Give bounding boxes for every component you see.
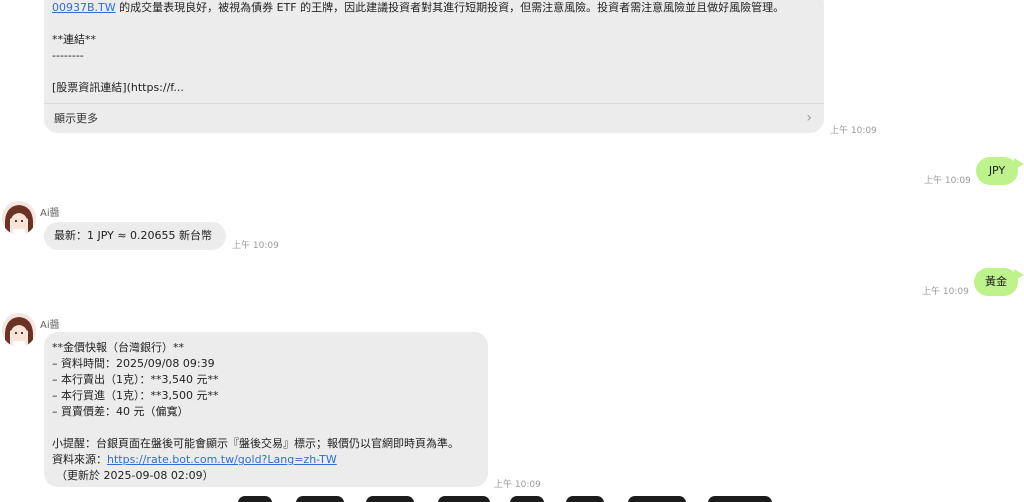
quick-reply-chip[interactable] — [296, 496, 344, 502]
bot-message-bubble: 最新：1 JPY ≈ 0.20655 新台幣 — [44, 222, 226, 250]
message-bubble-etf-analysis: 00937B.TW 的成交量表現良好，被視為債券 ETF 的王牌，因此建議投資者… — [44, 0, 824, 133]
stock-link[interactable]: 00937B.TW — [52, 1, 116, 14]
message-line: **金價快報（台灣銀行）** — [52, 341, 184, 354]
quick-reply-chip[interactable] — [708, 496, 772, 502]
show-more-button[interactable]: 顯示更多 › — [44, 103, 824, 133]
timestamp: 上午 10:09 — [830, 126, 877, 136]
timestamp: 上午 10:09 — [494, 480, 541, 490]
message-line: – 資料時間：2025/09/08 09:39 — [52, 357, 215, 370]
anime-girl-avatar[interactable] — [2, 201, 36, 235]
anime-girl-avatar[interactable] — [2, 313, 36, 347]
message-line: 小提醒：台銀頁面在盤後可能會顯示『盤後交易』標示；報價仍以官網即時頁為準。 — [52, 437, 459, 450]
message-line: – 買賣價差：40 元（偏寬） — [52, 405, 189, 418]
quick-reply-chip[interactable] — [628, 496, 686, 502]
timestamp: 上午 10:09 — [922, 287, 969, 297]
message-line: – 本行買進（1克）：**3,500 元** — [52, 389, 219, 402]
user-message-text: 黃金 — [985, 275, 1007, 288]
section-heading: **連結** — [52, 33, 96, 46]
timestamp: 上午 10:09 — [232, 241, 279, 251]
quick-reply-chip[interactable] — [238, 496, 272, 502]
source-label: 資料來源： — [52, 453, 107, 466]
message-text: 00937B.TW 的成交量表現良好，被視為債券 ETF 的王牌，因此建議投資者… — [52, 0, 822, 16]
user-message-bubble: 黃金 — [974, 268, 1018, 296]
link-preview-text: [股票資訊連結](https://f... — [52, 81, 184, 94]
bot-message-text: 最新：1 JPY ≈ 0.20655 新台幣 — [54, 229, 213, 242]
source-line: 資料來源：https://rate.bot.com.tw/gold?Lang=z… — [52, 452, 480, 468]
chevron-right-icon: › — [806, 110, 812, 126]
updated-line: （更新於 2025-09-08 02:09） — [56, 469, 214, 482]
message-line — [52, 420, 480, 436]
show-more-label: 顯示更多 — [54, 112, 98, 125]
message-line: – 本行賣出（1克）：**3,540 元** — [52, 373, 219, 386]
message-line: 的成交量表現良好，被視為債券 ETF 的王牌，因此建議投資者對其進行短期投資，但… — [115, 1, 785, 14]
sender-name: Ai醬 — [40, 208, 60, 219]
timestamp: 上午 10:09 — [924, 176, 971, 186]
quick-reply-chip[interactable] — [366, 496, 414, 502]
bot-message-bubble: **金價快報（台灣銀行）** – 資料時間：2025/09/08 09:39 –… — [44, 332, 488, 487]
quick-reply-chip[interactable] — [566, 496, 604, 502]
divider-text: -------- — [52, 49, 84, 62]
sender-name: Ai醬 — [40, 320, 60, 331]
quick-reply-chip[interactable] — [510, 496, 544, 502]
user-message-bubble: JPY — [976, 157, 1018, 185]
bubble-tail — [1014, 158, 1024, 170]
quick-reply-chip[interactable] — [438, 496, 490, 502]
bubble-tail — [1014, 269, 1024, 281]
user-message-text: JPY — [988, 164, 1006, 177]
source-link[interactable]: https://rate.bot.com.tw/gold?Lang=zh-TW — [107, 453, 337, 466]
